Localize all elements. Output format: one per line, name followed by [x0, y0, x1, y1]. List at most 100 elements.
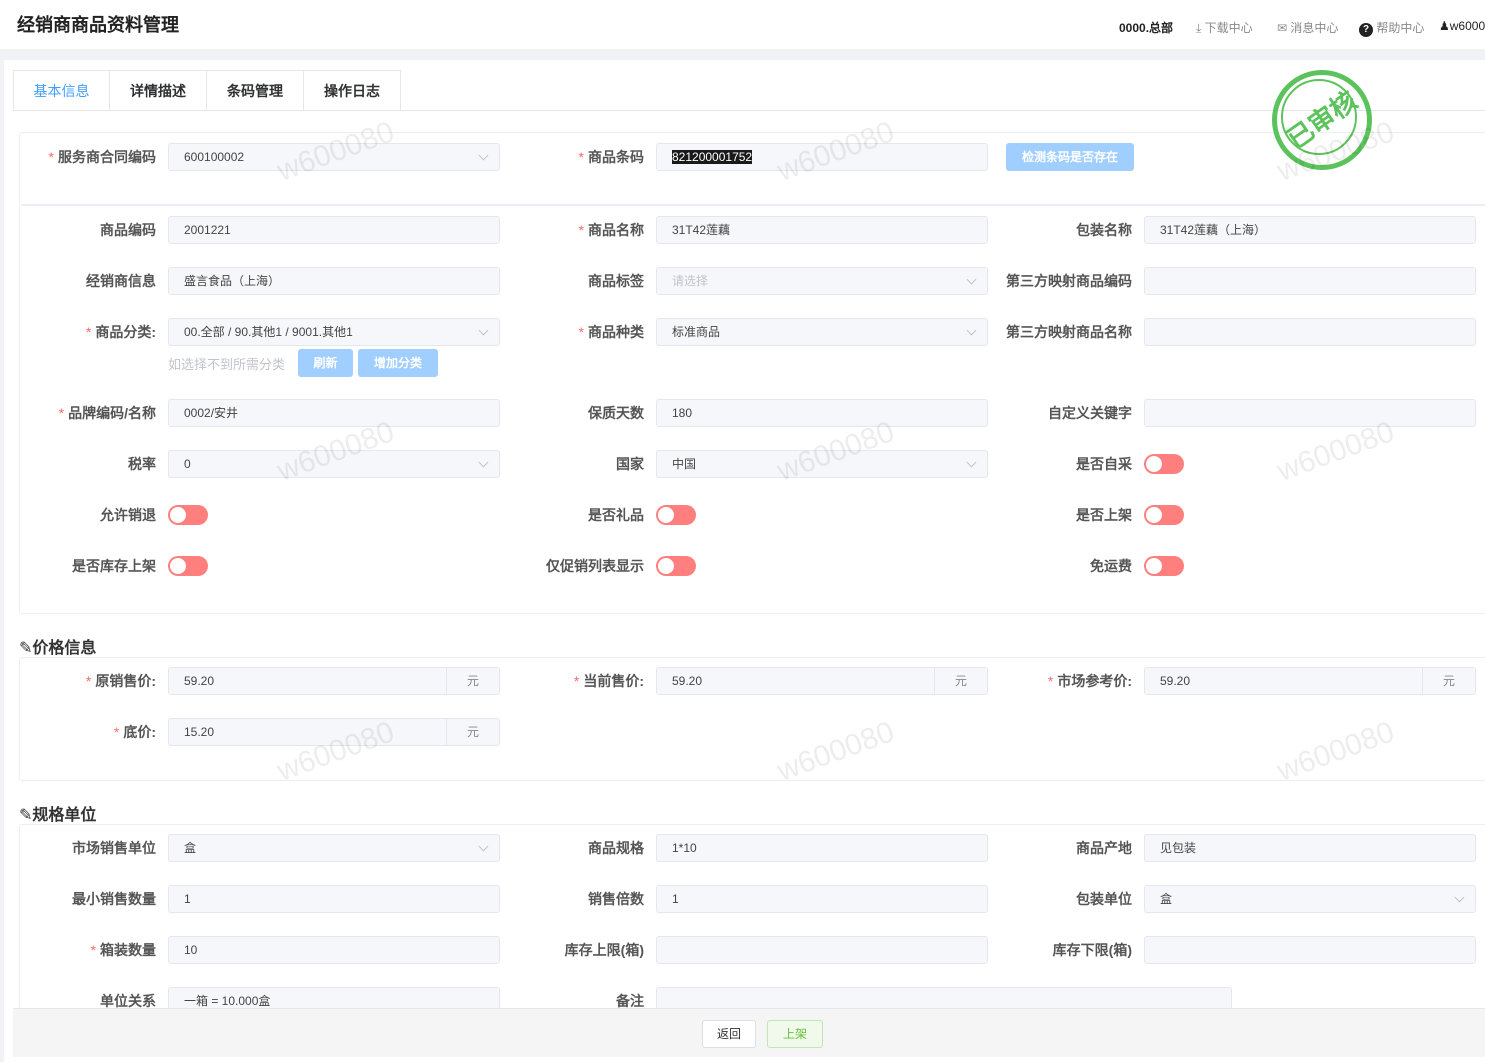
field-label: 库存上限(箱)	[494, 936, 644, 964]
field-value: 59.20	[672, 674, 703, 688]
label-text: 箱装数量	[100, 942, 156, 958]
refresh-button[interactable]: 刷新	[298, 349, 353, 377]
page-title: 经销商商品资料管理	[17, 15, 179, 35]
price-section-title: ✎价格信息	[19, 640, 97, 657]
spec-section-title: ✎规格单位	[19, 807, 97, 824]
field-label: 商品标签	[494, 267, 644, 295]
select-field[interactable]: 0	[168, 450, 500, 478]
publish-button[interactable]: 上架	[767, 1020, 823, 1048]
field-label: * 品牌编码/名称	[6, 399, 156, 427]
toggle-switch[interactable]	[1144, 454, 1184, 474]
input-field[interactable]: 31T42莲藕（上海）	[1144, 216, 1476, 244]
select-field[interactable]: 中国	[656, 450, 988, 478]
field-label: 销售倍数	[494, 885, 644, 913]
field-value: 59.20	[184, 674, 215, 688]
select-field[interactable]: 盒	[168, 834, 500, 862]
field-label: 是否上架	[982, 501, 1132, 529]
required-mark: *	[58, 405, 65, 421]
toggle-switch[interactable]	[1144, 505, 1184, 525]
required-mark: *	[90, 942, 96, 958]
input-field[interactable]: 1*10	[656, 834, 988, 862]
select-field[interactable]: 盒	[1144, 885, 1476, 913]
org-selector[interactable]: 0000.总部	[1119, 19, 1173, 36]
required-mark: *	[48, 149, 54, 165]
label-text: 市场销售单位	[72, 840, 156, 856]
input-field[interactable]: 180	[656, 399, 988, 427]
label-text: 商品名称	[588, 222, 644, 238]
tab-details[interactable]: 详情描述	[110, 70, 207, 111]
field-label: * 市场参考价:	[982, 667, 1132, 695]
field-value: 1	[184, 892, 191, 906]
input-field[interactable]: 10	[168, 936, 500, 964]
toggle-switch[interactable]	[656, 505, 696, 525]
required-mark: *	[578, 222, 584, 238]
field-value: 0002/安井	[184, 406, 239, 420]
toggle-switch[interactable]	[168, 505, 208, 525]
select-field[interactable]: 00.全部 / 90.其他1 / 9001.其他1	[168, 318, 500, 346]
input-field[interactable]: 盛言食品（上海）	[168, 267, 500, 295]
required-mark: *	[578, 324, 584, 340]
input-field[interactable]	[1144, 318, 1476, 346]
label-text: 免运费	[1090, 558, 1132, 574]
user-menu[interactable]: ♟w6000	[1439, 19, 1485, 33]
field-value: 10	[184, 943, 198, 957]
back-button[interactable]: 返回	[702, 1020, 756, 1048]
check-barcode-button[interactable]: 检测条码是否存在	[1006, 143, 1134, 171]
input-field[interactable]: 2001221	[168, 216, 500, 244]
input-field[interactable]: 1	[656, 885, 988, 913]
message-center-link[interactable]: ✉ 消息中心	[1277, 19, 1338, 36]
input-field[interactable]	[1144, 936, 1476, 964]
label-text: 允许销退	[100, 507, 156, 523]
input-field[interactable]: 821200001752	[656, 143, 988, 171]
chevron-down-icon	[1454, 892, 1465, 903]
input-field[interactable]	[656, 936, 988, 964]
unit-suffix: 元	[1422, 668, 1475, 694]
input-field[interactable]: 1	[168, 885, 500, 913]
toggle-switch[interactable]	[1144, 556, 1184, 576]
input-field[interactable]: 0002/安井	[168, 399, 500, 427]
label-text: 库存上限(箱)	[564, 942, 644, 958]
download-center-link[interactable]: ⤓ 下载中心	[1196, 19, 1253, 36]
required-mark: *	[85, 673, 92, 689]
field-label: * 原销售价:	[6, 667, 156, 695]
field-value: 盒	[1160, 892, 1173, 906]
chevron-down-icon	[478, 457, 489, 468]
input-field[interactable]: 见包装	[1144, 834, 1476, 862]
field-label: 最小销售数量	[6, 885, 156, 913]
input-field[interactable]	[1144, 267, 1476, 295]
label-text: 商品分类:	[95, 324, 156, 340]
input-field[interactable]: 31T42莲藕	[656, 216, 988, 244]
label-text: 第三方映射商品编码	[1006, 273, 1132, 289]
label-text: 销售倍数	[588, 891, 644, 907]
select-field[interactable]: 标准商品	[656, 318, 988, 346]
tab-barcode[interactable]: 条码管理	[207, 70, 304, 111]
toggle-switch[interactable]	[168, 556, 208, 576]
input-field[interactable]	[1144, 399, 1476, 427]
field-value: 1*10	[672, 841, 697, 855]
label-text: 经销商信息	[86, 273, 156, 289]
required-mark: *	[113, 724, 120, 740]
field-value: 盛言食品（上海）	[184, 274, 281, 288]
select-field[interactable]: 请选择	[656, 267, 988, 295]
download-icon: ⤓	[1196, 21, 1205, 35]
label-text: 商品规格	[588, 840, 644, 856]
field-label: 第三方映射商品编码	[982, 267, 1132, 295]
input-field[interactable]: 59.20 元	[168, 667, 500, 695]
add-category-button[interactable]: 增加分类	[358, 349, 438, 377]
select-field[interactable]: 600100002	[168, 143, 500, 171]
field-label: * 当前售价:	[494, 667, 644, 695]
toggle-switch[interactable]	[656, 556, 696, 576]
help-center-link[interactable]: ? 帮助中心	[1359, 19, 1424, 37]
approved-stamp: 已审核	[1272, 70, 1372, 170]
field-label: * 商品名称	[494, 216, 644, 244]
input-field[interactable]: 15.20 元	[168, 718, 500, 746]
top-bar: 经销商商品资料管理 0000.总部 ⤓ 下载中心 ✉ 消息中心 ? 帮助中心 ♟…	[0, 0, 1485, 49]
input-field[interactable]: 59.20 元	[1144, 667, 1476, 695]
label-text: 包装名称	[1076, 222, 1132, 238]
field-label: 仅促销列表显示	[494, 552, 644, 580]
tab-operation-log[interactable]: 操作日志	[304, 70, 401, 111]
field-value: 59.20	[1160, 674, 1191, 688]
input-field[interactable]: 59.20 元	[656, 667, 988, 695]
help-icon: ?	[1359, 23, 1373, 37]
tab-basic-info[interactable]: 基本信息	[13, 70, 110, 111]
